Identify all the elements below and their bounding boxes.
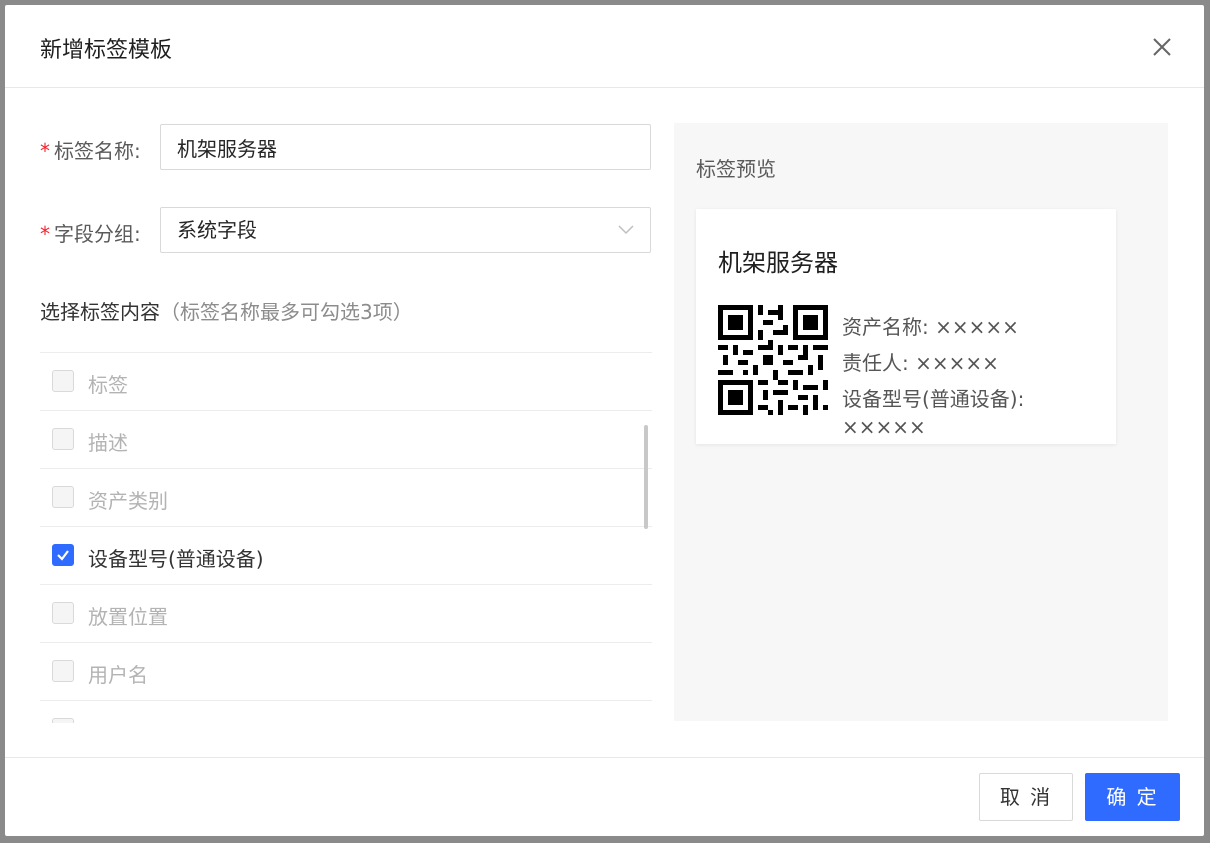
label-preview-panel: 标签预览 机架服务器 资产名称: ××××× 责任人: ××××× 设备型号(普… — [674, 123, 1168, 721]
list-item[interactable]: 描述 — [40, 411, 652, 469]
content-checkbox-list: 标签 描述 资产类别 设备型号(普通设备) 放置位置 用户名 — [40, 352, 652, 723]
field-group-label: * 字段分组: — [40, 218, 141, 247]
card-title: 机架服务器 — [718, 249, 838, 277]
label-preview-card: 机架服务器 资产名称: ××××× 责任人: ××××× 设备型号(普通设备):… — [696, 209, 1116, 444]
required-mark: * — [40, 222, 50, 246]
checkbox[interactable] — [52, 428, 74, 450]
field-group-select[interactable]: 系统字段 — [160, 207, 651, 253]
dialog-footer: 取 消 确 定 — [5, 757, 1204, 836]
add-label-template-dialog: 新增标签模板 *标签名称: *字段分组: 系统字段 选择标签内容（标签名称最多可… — [5, 5, 1204, 836]
content-hint-text: （标签名称最多可勾选3项） — [160, 300, 413, 324]
label-name-label: * 标签名称: — [40, 135, 141, 164]
check-icon — [57, 550, 69, 561]
preview-field-asset-name: 资产名称: ××××× — [842, 315, 1019, 339]
preview-title: 标签预览 — [696, 157, 776, 181]
checkbox-label: 设备型号(普通设备) — [88, 547, 264, 571]
checkbox-label: 标签 — [88, 373, 128, 397]
content-title-text: 选择标签内容 — [40, 300, 160, 324]
checkbox-checked[interactable] — [52, 544, 74, 566]
field-group-value: 系统字段 — [177, 218, 257, 242]
list-item[interactable] — [40, 701, 652, 723]
confirm-button[interactable]: 确 定 — [1085, 773, 1180, 821]
checkbox-label: 描述 — [88, 431, 128, 455]
field-group-text: 字段分组: — [54, 222, 141, 246]
checkbox[interactable] — [52, 486, 74, 508]
checkbox-label: 放置位置 — [88, 605, 168, 629]
list-item[interactable]: 放置位置 — [40, 585, 652, 643]
label-name-text: 标签名称: — [54, 139, 141, 163]
list-item[interactable]: 设备型号(普通设备) — [40, 527, 652, 585]
preview-field-model: 设备型号(普通设备): — [842, 387, 1025, 411]
list-item[interactable]: 用户名 — [40, 643, 652, 701]
dialog-header: 新增标签模板 — [5, 5, 1204, 88]
checkbox-label: 资产类别 — [88, 489, 168, 513]
label-name-input[interactable] — [160, 124, 651, 170]
checkbox[interactable] — [52, 660, 74, 682]
close-button[interactable] — [1150, 35, 1174, 59]
checkbox[interactable] — [52, 602, 74, 624]
list-item[interactable]: 资产类别 — [40, 469, 652, 527]
preview-field-model-value: ××××× — [842, 415, 926, 439]
chevron-down-icon — [618, 225, 634, 235]
content-section-title: 选择标签内容（标签名称最多可勾选3项） — [40, 296, 413, 325]
required-mark: * — [40, 139, 50, 163]
qr-code-icon — [718, 305, 828, 415]
preview-field-owner: 责任人: ××××× — [842, 351, 999, 375]
dialog-title: 新增标签模板 — [40, 38, 173, 63]
list-item[interactable]: 标签 — [40, 353, 652, 411]
list-scrollbar[interactable] — [644, 425, 648, 529]
checkbox[interactable] — [52, 718, 74, 723]
checkbox-label: 用户名 — [88, 663, 148, 687]
cancel-button[interactable]: 取 消 — [979, 773, 1073, 821]
checkbox[interactable] — [52, 370, 74, 392]
close-icon — [1153, 38, 1171, 56]
